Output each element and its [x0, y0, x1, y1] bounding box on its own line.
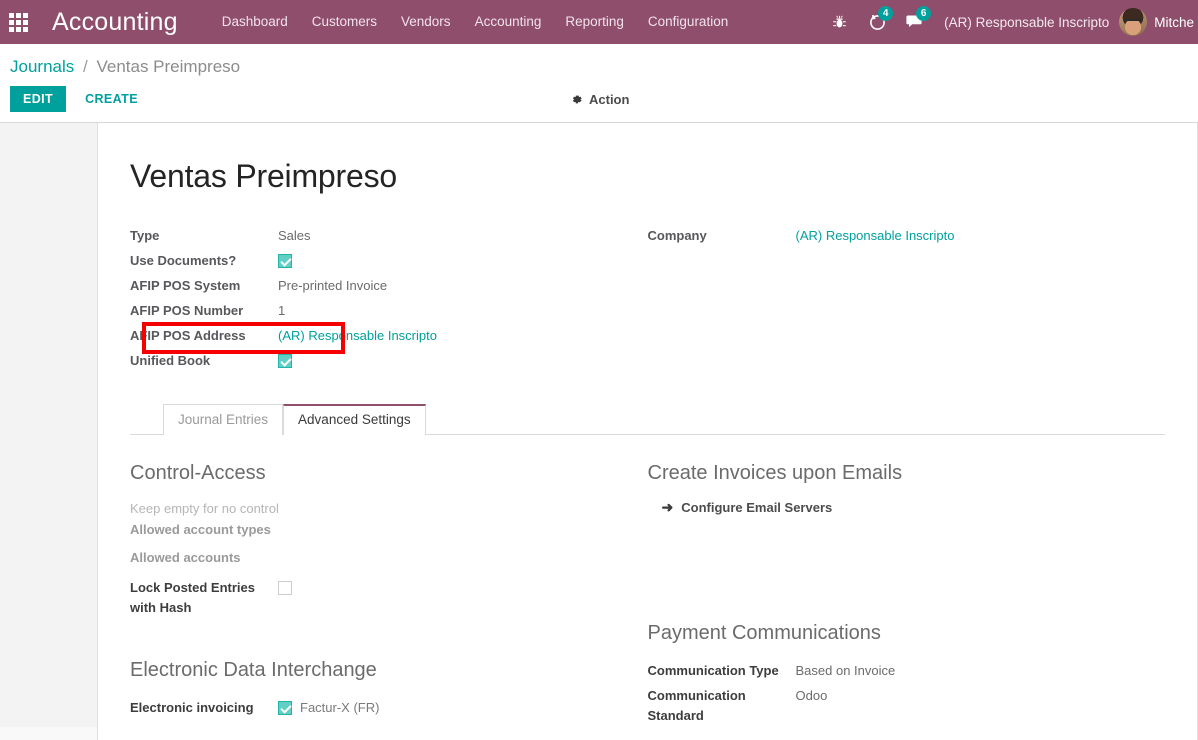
advanced-left-column: Control-Access Keep empty for no control…: [130, 461, 648, 727]
create-invoices-title: Create Invoices upon Emails: [647, 462, 903, 485]
use-documents-checkbox[interactable]: [278, 254, 292, 269]
action-menu-button[interactable]: Action: [570, 86, 629, 113]
section-edi: Electronic Data Interchange Electronic i…: [130, 658, 648, 720]
breadcrumb: Journals / Ventas Preimpreso: [0, 44, 1198, 86]
form-sheet: Ventas Preimpreso Type Sales Use Documen…: [97, 123, 1198, 740]
control-access-hint: Keep empty for no control: [130, 501, 279, 517]
field-unified-book-label: Unified Book: [130, 353, 211, 369]
field-afip-pos-address-value[interactable]: (AR) Responsable Inscripto: [278, 324, 437, 348]
field-afip-pos-address: AFIP POS Address (AR) Responsable Inscri…: [130, 324, 648, 348]
apps-grid-icon[interactable]: [0, 0, 36, 44]
tab-advanced-settings[interactable]: Advanced Settings: [283, 404, 426, 437]
unified-book-checkbox[interactable]: [278, 354, 292, 369]
field-afip-pos-number-label: AFIP POS Number: [130, 303, 244, 319]
field-communication-standard: Communication Standard Odoo: [648, 684, 1166, 726]
notebook-tabs: Journal Entries Advanced Settings: [130, 404, 1165, 437]
company-switcher[interactable]: (AR) Responsable Inscripto: [934, 15, 1119, 30]
breadcrumb-current: Ventas Preimpreso: [96, 57, 241, 76]
left-field-column: Type Sales Use Documents? AFIP POS Syste…: [130, 224, 648, 374]
field-afip-pos-number-value: 1: [278, 303, 286, 319]
breadcrumb-journals-link[interactable]: Journals: [10, 57, 74, 76]
menu-item-accounting[interactable]: Accounting: [463, 0, 554, 44]
page-title: Ventas Preimpreso: [130, 158, 397, 194]
control-panel: Journals / Ventas Preimpreso EDIT CREATE…: [0, 44, 1198, 123]
lock-posted-entries-label: Lock Posted Entries with Hash: [130, 580, 255, 616]
lock-posted-entries-checkbox[interactable]: [278, 581, 292, 596]
tab-journal-entries[interactable]: Journal Entries: [163, 404, 284, 436]
breadcrumb-separator: /: [83, 57, 88, 76]
field-company-label: Company: [647, 228, 707, 244]
section-control-access: Control-Access Keep empty for no control…: [130, 461, 648, 618]
configure-email-servers-label: Configure Email Servers: [681, 500, 833, 516]
main-menu: Dashboard Customers Vendors Accounting R…: [210, 0, 741, 44]
section-payment-communications: Payment Communications Communication Typ…: [648, 621, 1166, 726]
control-panel-buttons: EDIT CREATE Action: [0, 86, 1198, 122]
activities-clock-icon[interactable]: 4: [858, 0, 896, 44]
edit-button[interactable]: EDIT: [10, 86, 67, 112]
right-field-column: Company (AR) Responsable Inscripto: [648, 224, 1166, 374]
control-access-title: Control-Access: [130, 462, 266, 485]
messages-badge: 6: [916, 6, 932, 21]
allowed-account-types-label: Allowed account types: [130, 522, 271, 538]
field-lock-posted-entries: Lock Posted Entries with Hash: [130, 576, 648, 618]
electronic-invoicing-label: Electronic invoicing: [130, 700, 254, 716]
field-type: Type Sales: [130, 224, 648, 248]
top-navbar: Accounting Dashboard Customers Vendors A…: [0, 0, 1198, 44]
page-body: Ventas Preimpreso Type Sales Use Documen…: [0, 123, 1198, 740]
bug-icon[interactable]: [820, 0, 858, 44]
user-avatar: [1119, 8, 1148, 36]
field-company-value[interactable]: (AR) Responsable Inscripto: [796, 224, 955, 248]
field-use-documents-label: Use Documents?: [130, 253, 237, 269]
factur-x-checkbox[interactable]: [278, 701, 292, 716]
menu-item-dashboard[interactable]: Dashboard: [210, 0, 300, 44]
menu-item-customers[interactable]: Customers: [300, 0, 389, 44]
factur-x-label: Factur-X (FR): [300, 700, 380, 716]
field-afip-pos-system: AFIP POS System Pre-printed Invoice: [130, 274, 648, 298]
field-communication-type: Communication Type Based on Invoice: [648, 659, 1166, 683]
field-type-value: Sales: [278, 228, 311, 244]
menu-item-configuration[interactable]: Configuration: [636, 0, 740, 44]
communication-standard-value: Odoo: [795, 688, 828, 704]
section-create-invoices-upon-emails: Create Invoices upon Emails ➜ Configure …: [648, 461, 1166, 517]
communication-type-label: Communication Type: [647, 663, 779, 679]
menu-item-vendors[interactable]: Vendors: [389, 0, 463, 44]
messages-chat-icon[interactable]: 6: [896, 0, 934, 44]
activities-badge: 4: [878, 6, 894, 21]
tab-pane-advanced-settings: Control-Access Keep empty for no control…: [130, 435, 1165, 727]
create-button[interactable]: CREATE: [72, 86, 151, 112]
field-electronic-invoicing: Electronic invoicing Factur-X (FR): [130, 696, 648, 720]
field-company: Company (AR) Responsable Inscripto: [648, 224, 1166, 248]
communication-standard-label: Communication Standard: [647, 688, 746, 724]
field-unified-book: Unified Book: [130, 349, 648, 373]
configure-email-servers-button[interactable]: ➜ Configure Email Servers: [662, 499, 833, 516]
user-menu[interactable]: Mitche: [1119, 8, 1198, 36]
field-afip-pos-address-label: AFIP POS Address: [130, 328, 246, 344]
sheet-wrapper: Ventas Preimpreso Type Sales Use Documen…: [0, 123, 1198, 740]
field-afip-pos-number: AFIP POS Number 1: [130, 299, 648, 323]
gear-icon: [572, 95, 582, 104]
notebook: Journal Entries Advanced Settings Contro…: [130, 404, 1165, 727]
allowed-accounts-label: Allowed accounts: [130, 550, 241, 566]
record-field-groups: Type Sales Use Documents? AFIP POS Syste…: [130, 224, 1165, 374]
navbar-right-tools: 4 6 (AR) Responsable Inscripto Mitche: [820, 0, 1198, 44]
field-afip-pos-system-label: AFIP POS System: [130, 278, 241, 294]
arrow-right-icon: ➜: [661, 499, 674, 516]
user-name-label: Mitche: [1154, 14, 1194, 30]
app-brand-title[interactable]: Accounting: [52, 8, 178, 37]
advanced-right-column: Create Invoices upon Emails ➜ Configure …: [648, 461, 1166, 727]
field-type-label: Type: [130, 228, 160, 244]
action-label: Action: [589, 92, 630, 107]
communication-type-value: Based on Invoice: [795, 663, 896, 679]
field-use-documents: Use Documents?: [130, 249, 648, 273]
payment-communications-title: Payment Communications: [647, 622, 881, 645]
edi-title: Electronic Data Interchange: [130, 659, 377, 682]
field-afip-pos-system-value: Pre-printed Invoice: [278, 278, 388, 294]
menu-item-reporting[interactable]: Reporting: [553, 0, 636, 44]
